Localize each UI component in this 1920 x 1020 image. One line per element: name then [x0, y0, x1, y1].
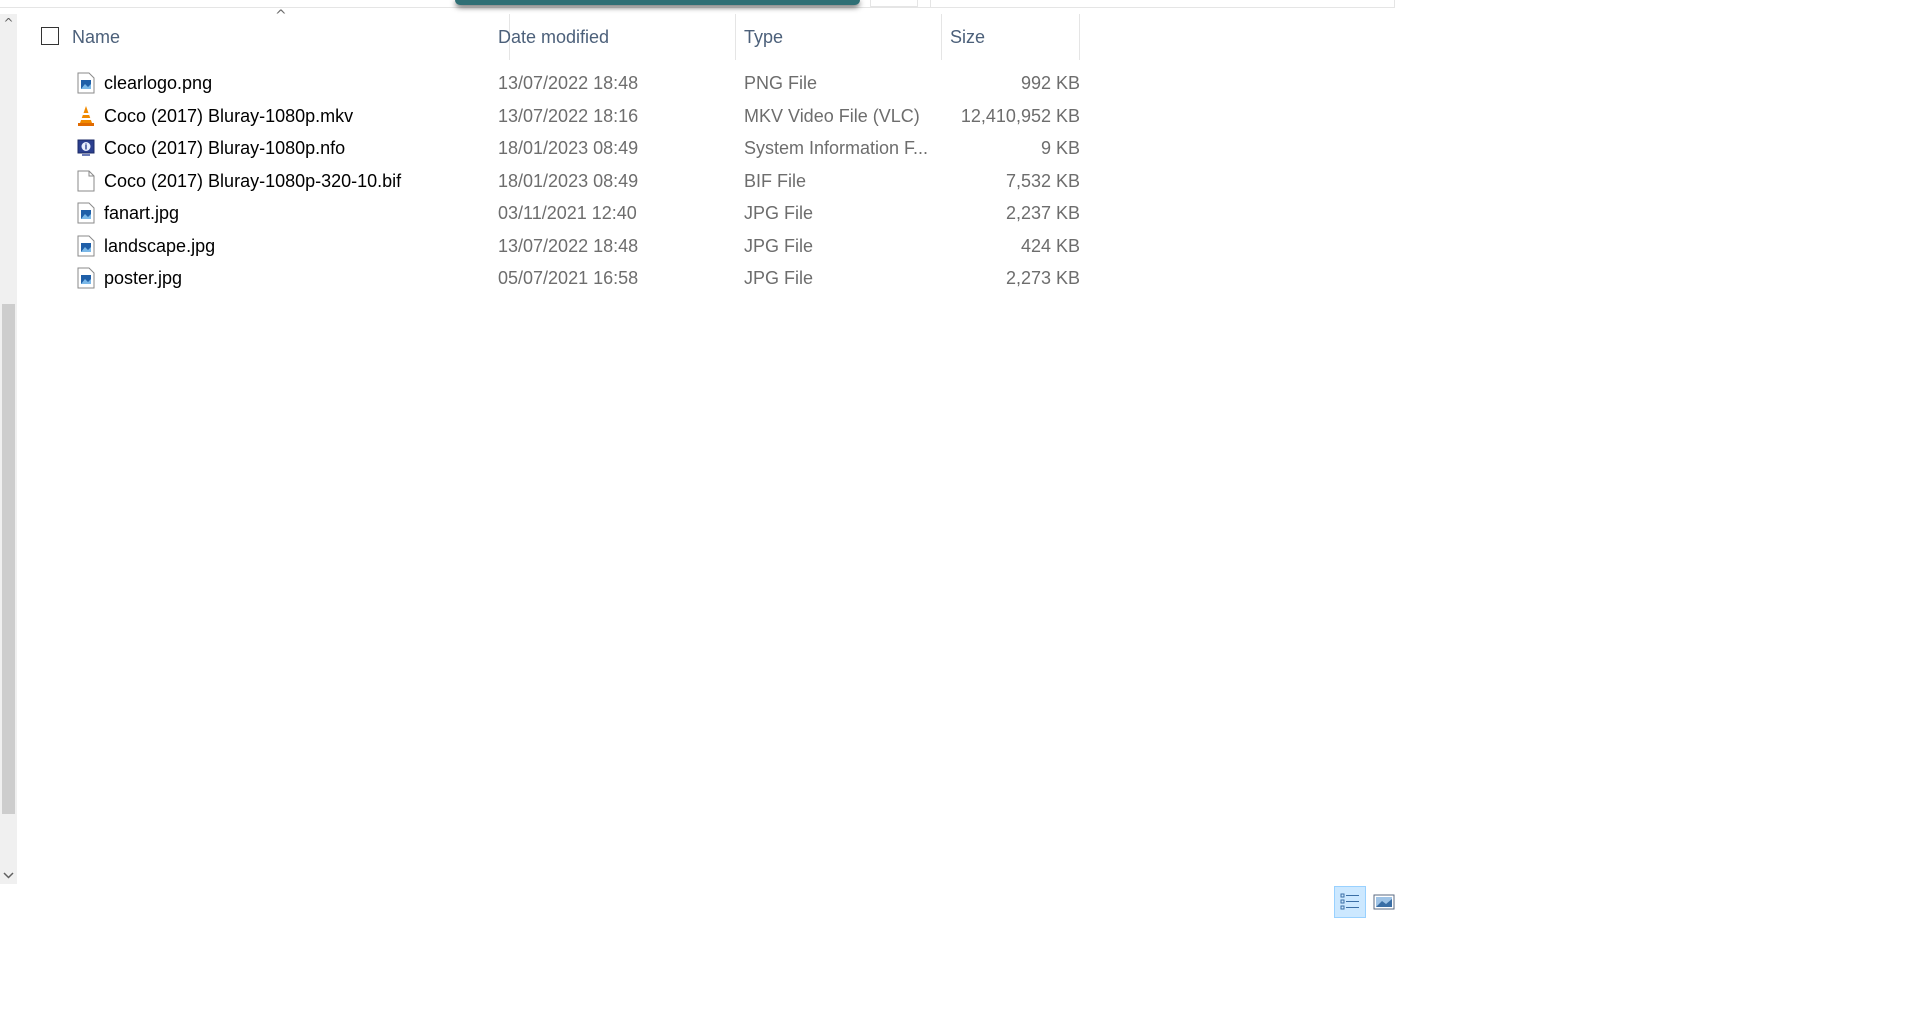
vlc-cone-icon — [78, 105, 94, 126]
file-list: clearlogo.png 13/07/2022 18:48 PNG File … — [20, 67, 1080, 295]
search-box-edge[interactable] — [930, 0, 1395, 8]
file-size: 424 KB — [1020, 235, 1080, 256]
file-size: 992 KB — [1020, 73, 1080, 93]
file-type: MKV Video File (VLC) — [744, 105, 920, 126]
file-size: 2,237 KB — [1005, 203, 1080, 223]
file-type: JPG File — [744, 268, 814, 288]
file-type: PNG File — [744, 73, 818, 93]
file-size: 7,532 KB — [1005, 170, 1080, 191]
file-row[interactable]: poster.jpg 05/07/2021 16:58 JPG File 2,2… — [20, 262, 1080, 295]
column-header-size[interactable]: Size — [942, 14, 1080, 60]
file-type: System Information F... — [744, 138, 929, 158]
file-size: 12,410,952 KB — [960, 105, 1080, 126]
file-name: Coco (2017) Bluray-1080p-320-10.bif — [104, 170, 402, 191]
image-file-icon — [77, 202, 95, 224]
file-type: BIF File — [744, 170, 807, 191]
image-file-icon — [77, 235, 95, 256]
file-name: fanart.jpg — [104, 203, 180, 223]
large-icons-view-icon — [1373, 894, 1395, 910]
column-header-row: ^ Name Date modified Type Size — [20, 8, 1080, 60]
file-row[interactable]: i Coco (2017) Bluray-1080p.nfo 18/01/202… — [20, 132, 1080, 165]
file-row[interactable]: Coco (2017) Bluray-1080p-320-10.bif 18/0… — [20, 165, 1080, 198]
file-date-modified: 13/07/2022 18:48 — [498, 235, 639, 256]
blank-file-icon — [77, 170, 95, 191]
file-type: JPG File — [744, 235, 814, 256]
file-date-modified: 13/07/2022 18:16 — [498, 105, 639, 126]
column-header-name[interactable]: Name — [64, 14, 510, 60]
scroll-up-icon[interactable]: ^ — [0, 14, 17, 31]
system-info-icon: i — [77, 139, 95, 156]
file-explorer-window: ^ ^ Name Date modified Type Size clearlo… — [0, 0, 1920, 1020]
scroll-down-icon[interactable] — [0, 867, 17, 884]
column-header-type[interactable]: Type — [736, 14, 942, 60]
file-date-modified: 13/07/2022 18:48 — [498, 73, 639, 93]
file-row[interactable]: fanart.jpg 03/11/2021 12:40 JPG File 2,2… — [20, 197, 1080, 230]
taskbar-preview-edge — [455, 0, 860, 5]
file-name: Coco (2017) Bluray-1080p.nfo — [104, 138, 346, 158]
file-name: Coco (2017) Bluray-1080p.mkv — [104, 105, 354, 126]
file-date-modified: 05/07/2021 16:58 — [498, 268, 639, 288]
column-header-date-modified[interactable]: Date modified — [490, 14, 736, 60]
file-name: poster.jpg — [104, 268, 183, 288]
select-all-checkbox[interactable] — [41, 27, 59, 45]
file-row[interactable]: Coco (2017) Bluray-1080p.mkv 13/07/2022 … — [20, 100, 1080, 133]
file-row[interactable]: landscape.jpg 13/07/2022 18:48 JPG File … — [20, 230, 1080, 263]
file-name: clearlogo.png — [104, 73, 213, 93]
file-name: landscape.jpg — [104, 235, 216, 256]
image-file-icon — [77, 72, 95, 94]
vertical-scrollbar[interactable]: ^ — [0, 14, 17, 884]
file-row[interactable]: clearlogo.png 13/07/2022 18:48 PNG File … — [20, 67, 1080, 100]
image-file-icon — [77, 267, 95, 289]
file-date-modified: 18/01/2023 08:49 — [498, 138, 639, 158]
svg-text:i: i — [85, 143, 88, 152]
file-size: 9 KB — [1040, 138, 1080, 158]
file-type: JPG File — [744, 203, 814, 223]
scroll-thumb[interactable] — [2, 304, 15, 814]
file-size: 2,273 KB — [1005, 268, 1080, 288]
file-date-modified: 18/01/2023 08:49 — [498, 170, 639, 191]
details-view-button[interactable] — [1334, 886, 1366, 918]
file-date-modified: 03/11/2021 12:40 — [498, 203, 637, 223]
large-icons-view-button[interactable] — [1368, 886, 1400, 918]
details-view-icon — [1340, 893, 1359, 910]
refresh-button-edge[interactable] — [870, 0, 918, 7]
